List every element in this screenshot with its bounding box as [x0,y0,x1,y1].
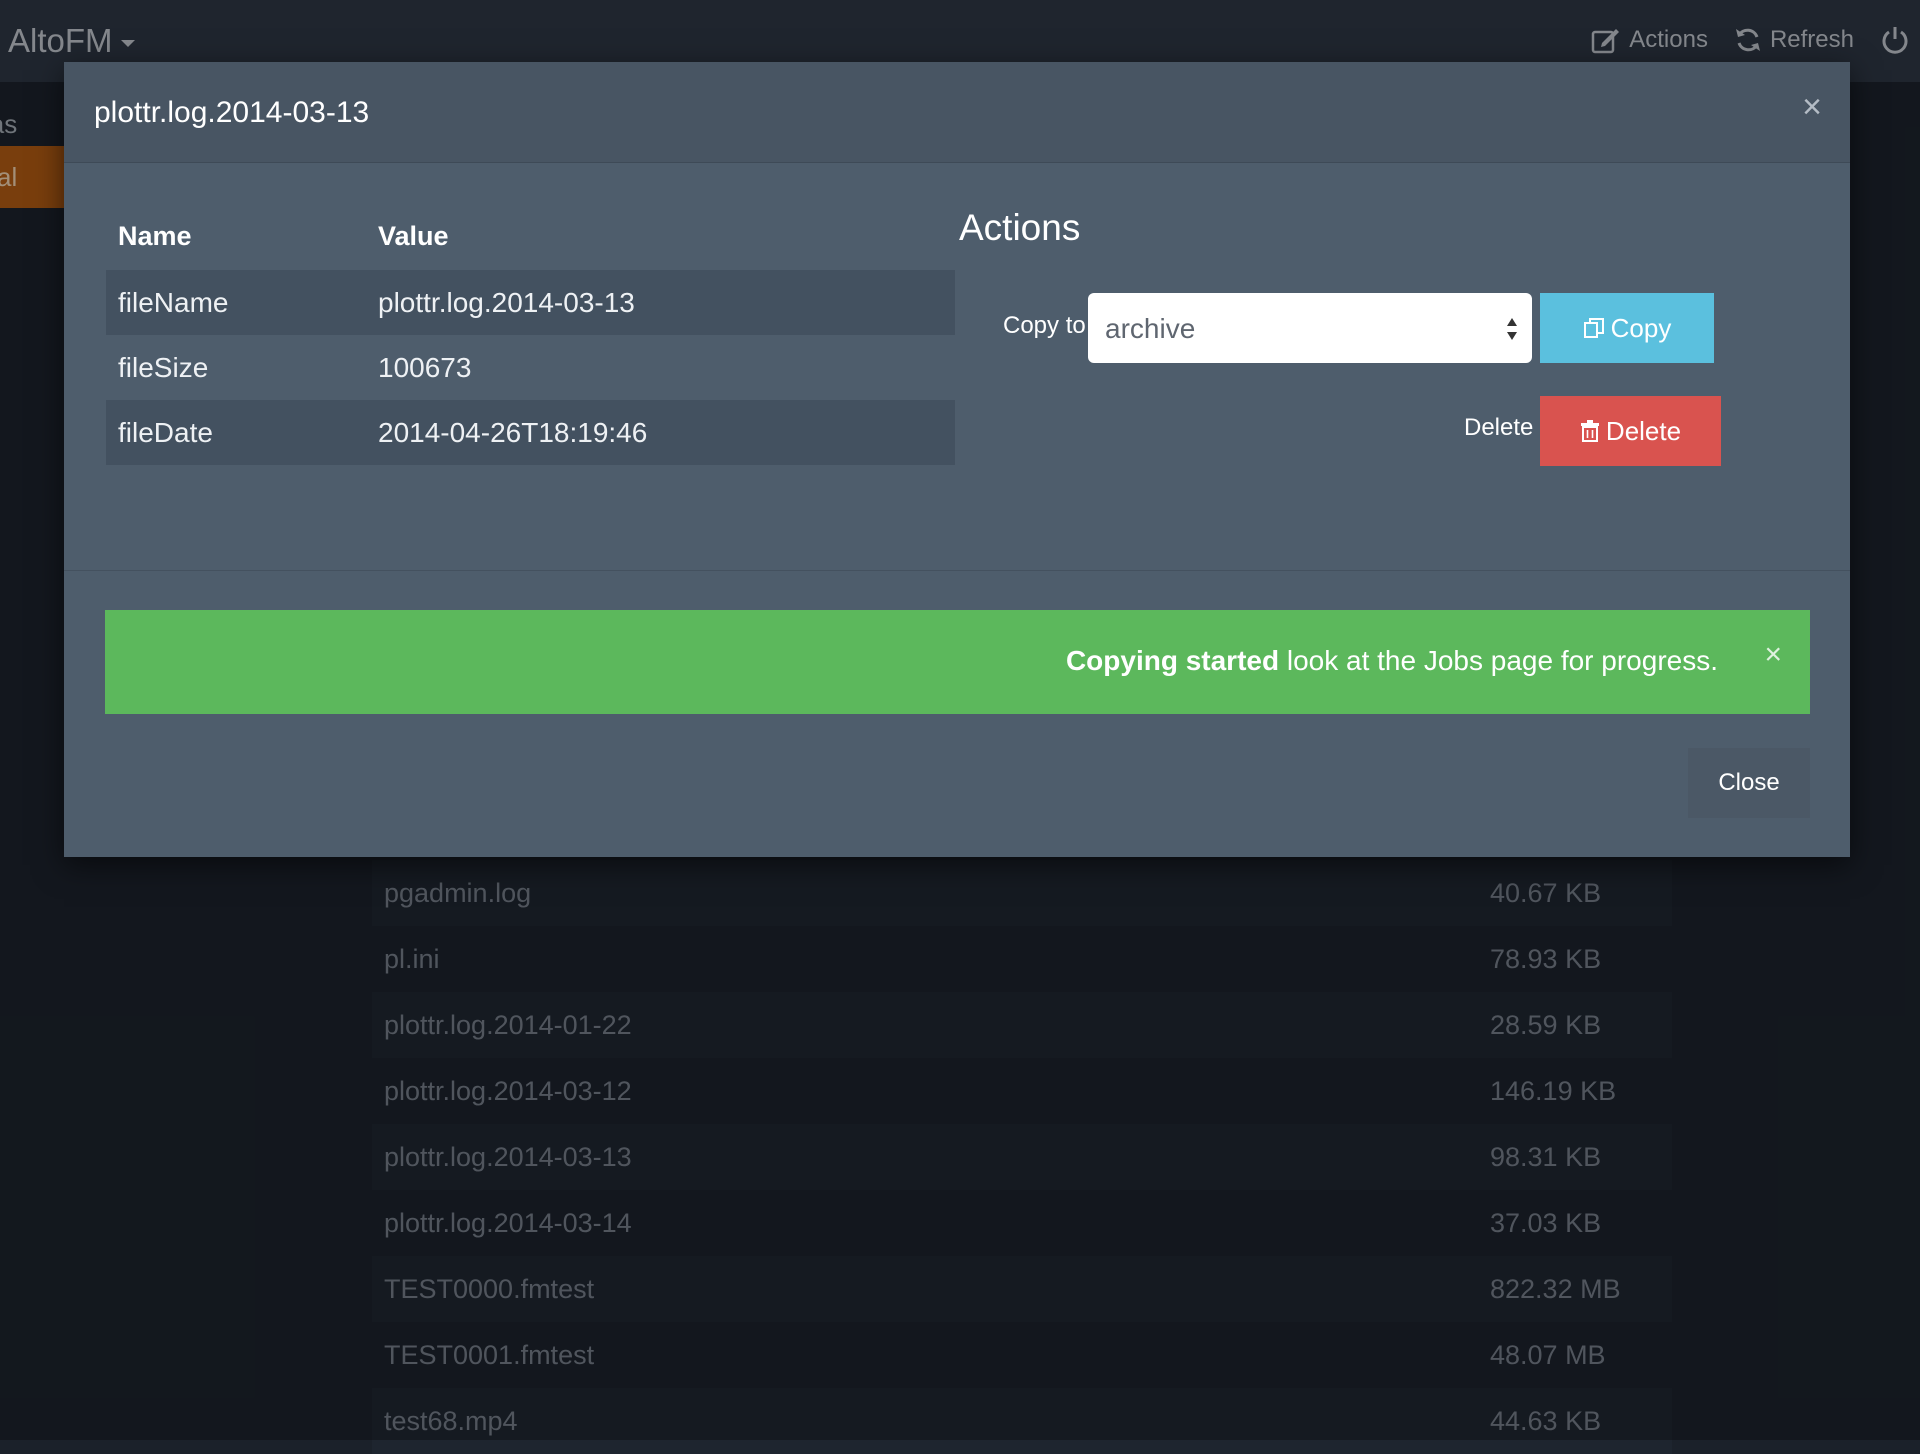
select-arrows-icon [1507,318,1517,340]
table-row: fileName plottr.log.2014-03-13 [106,270,955,335]
property-value: 100673 [378,351,472,383]
delete-label: Delete [1464,414,1534,441]
property-value: 2014-04-26T18:19:46 [378,400,955,465]
modal-title: plottr.log.2014-03-13 [94,96,370,129]
property-value: plottr.log.2014-03-13 [378,270,955,335]
close-button[interactable]: Close [1688,748,1810,818]
alert-close-icon[interactable]: × [1764,640,1782,670]
delete-button-label: Delete [1605,415,1682,446]
file-details-modal: plottr.log.2014-03-13 × Name Value fileN… [64,62,1850,857]
modal-header: plottr.log.2014-03-13 × [64,62,1850,163]
table-header-row: Name Value [106,202,955,270]
modal-close-icon[interactable]: × [1802,90,1822,124]
alert-message: Copying started look at the Jobs page fo… [1066,645,1718,677]
alert-text: look at the Jobs page for progress. [1279,645,1718,676]
copy-icon [1583,318,1604,338]
modal-divider [64,570,1850,571]
delete-button[interactable]: Delete [1540,396,1721,466]
alert-strong-text: Copying started [1065,645,1280,676]
copy-target-select[interactable]: archive [1088,293,1532,363]
property-name: fileDate [106,400,378,465]
copy-button[interactable]: Copy [1540,293,1714,363]
actions-heading: Actions [959,207,1081,248]
copy-target-value: archive [1105,313,1196,344]
copy-to-label: Copy to [1003,312,1086,339]
property-name: fileSize [118,351,209,383]
column-header-name: Name [118,220,192,251]
success-alert: Copying started look at the Jobs page fo… [105,610,1810,714]
column-header-value: Value [378,220,449,251]
table-row: fileDate 2014-04-26T18:19:46 [106,400,955,465]
table-row: fileSize 100673 [106,335,955,400]
trash-icon [1580,420,1599,442]
file-properties-table: Name Value fileName plottr.log.2014-03-1… [106,202,955,465]
copy-button-label: Copy [1610,312,1672,343]
property-name: fileName [106,270,378,335]
